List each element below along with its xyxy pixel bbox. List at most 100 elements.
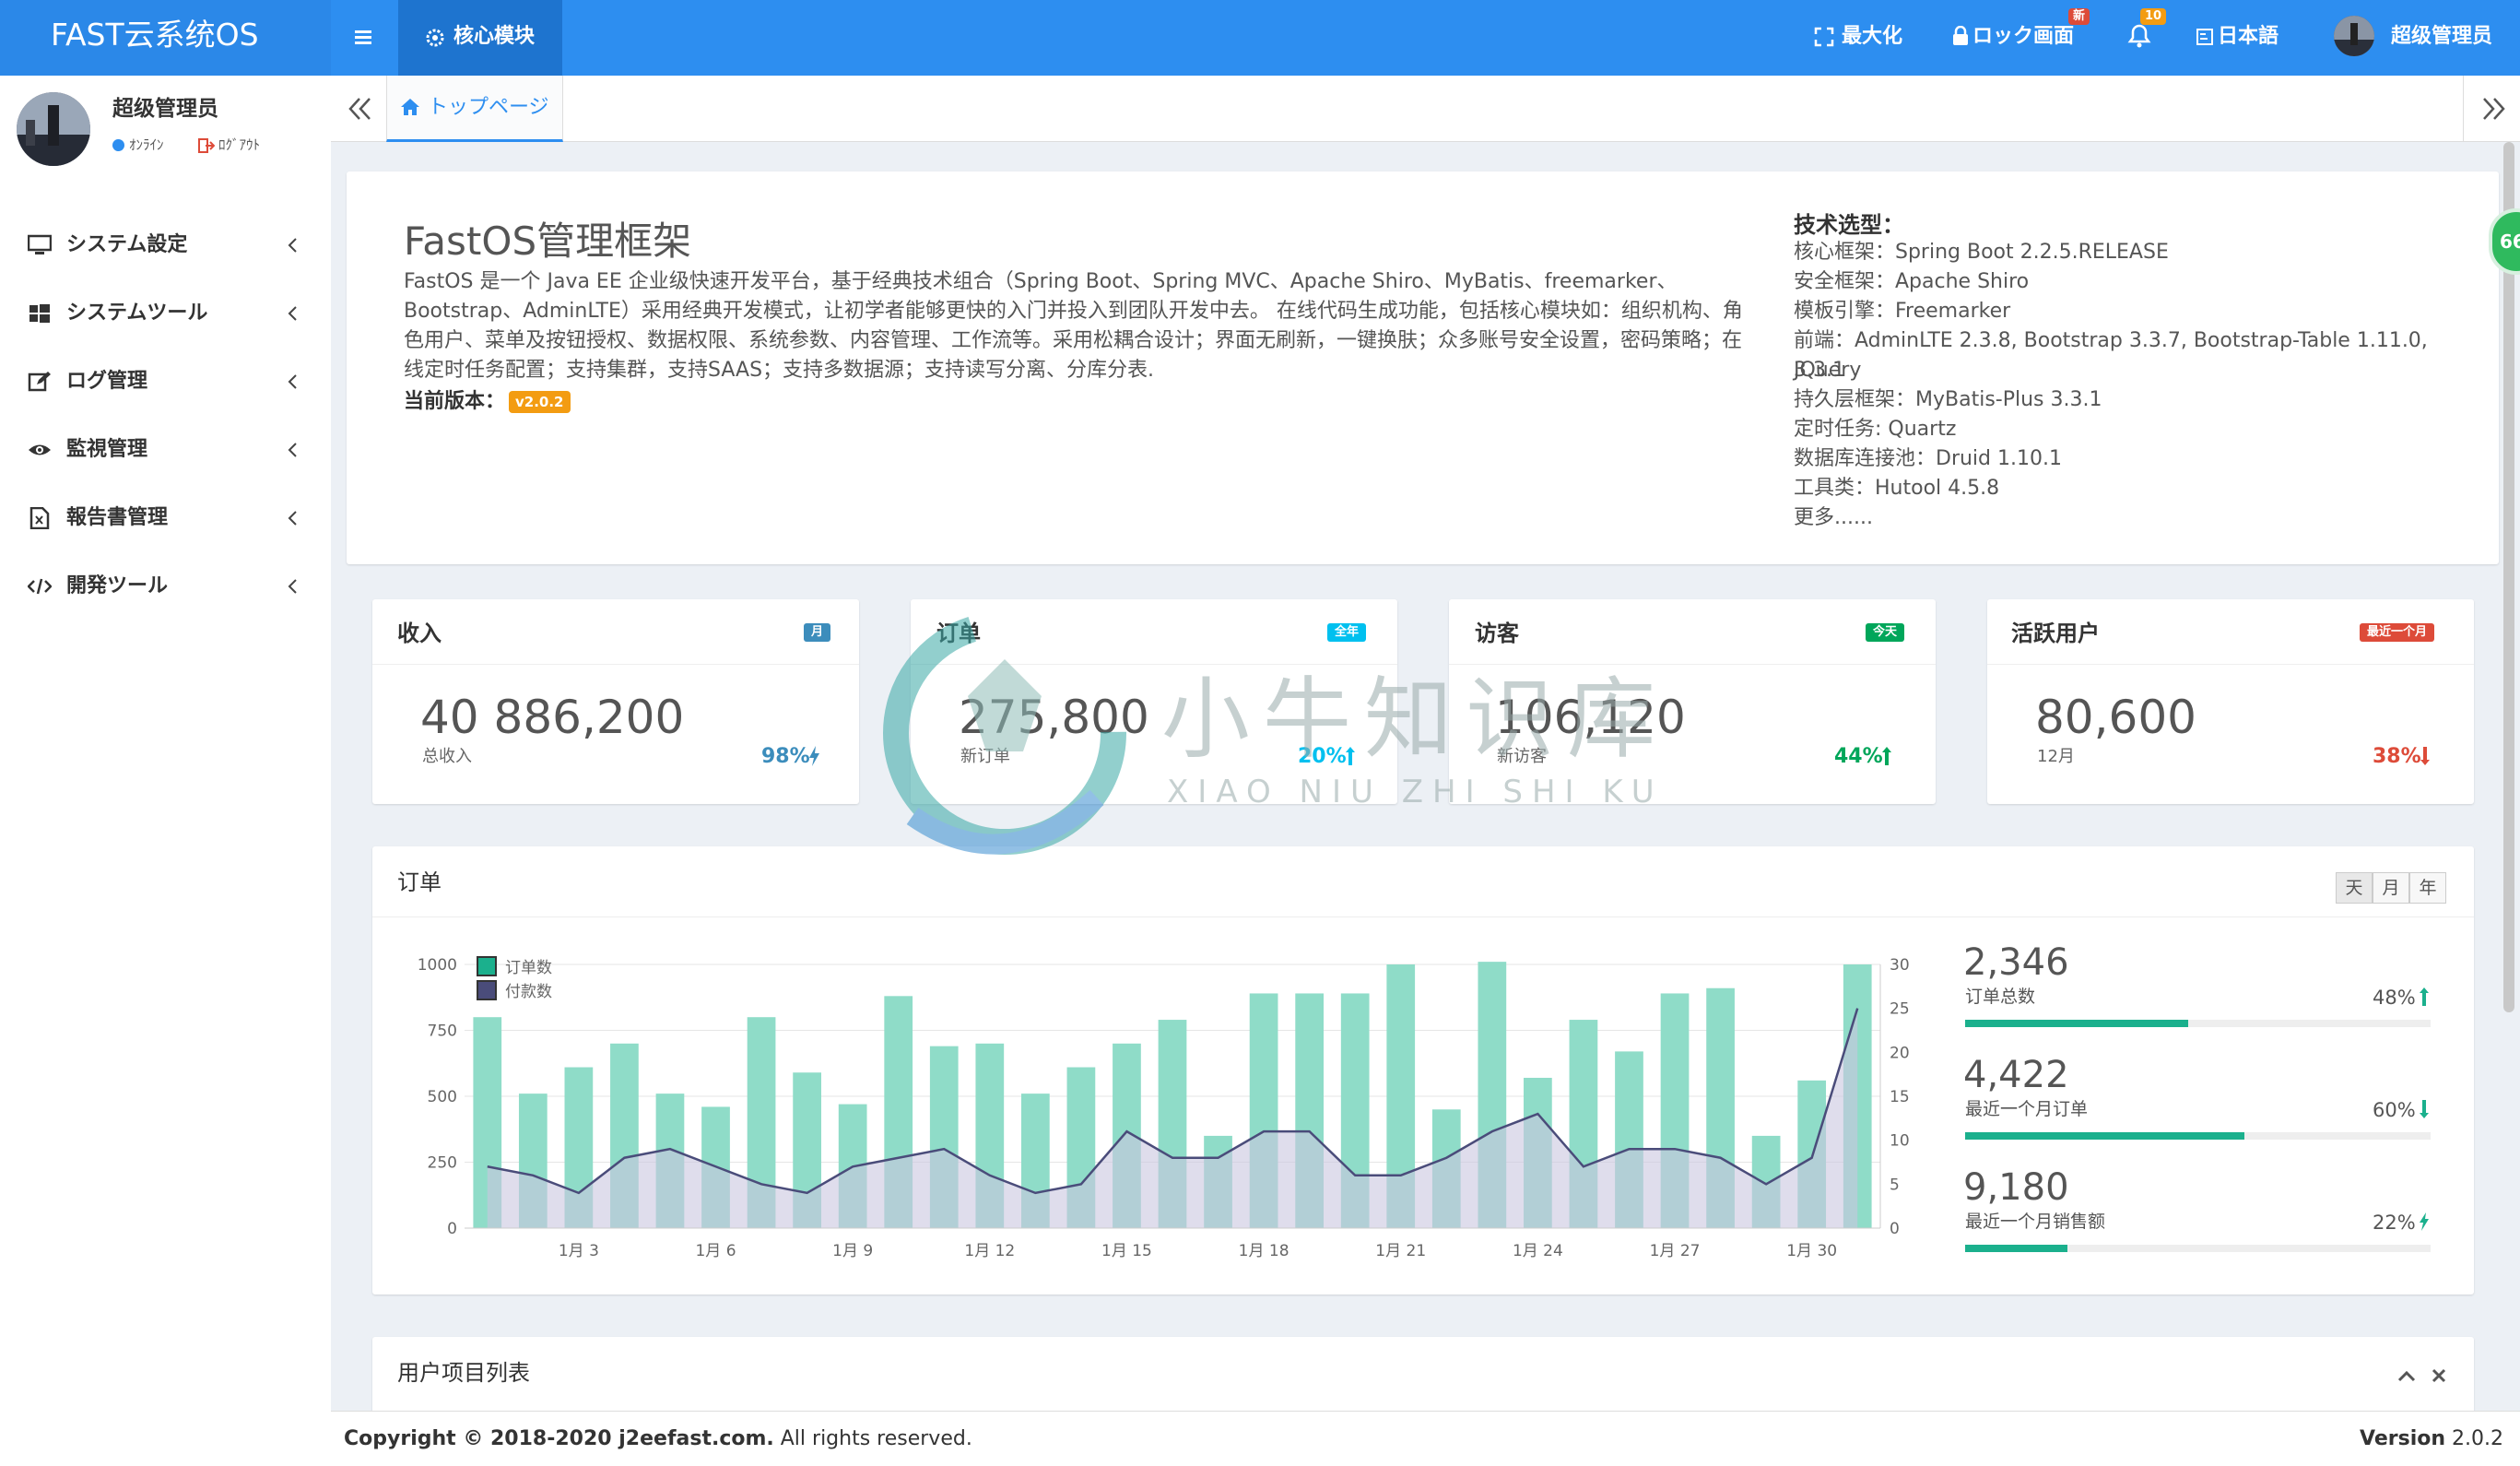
x-tick: 1月 30 [1786,1242,1837,1260]
stat-subtitle: 12月 [2037,747,2075,766]
sidebar-item-dev-tools[interactable]: 開発ツール [0,553,331,620]
tech-stack-title: 技术选型： [1794,212,1904,238]
maximize-label: 最大化 [1842,25,1903,48]
core-module-label: 核心模块 [453,25,536,48]
sidebar-item-report-management[interactable]: 報告書管理 [0,485,331,551]
sign-out-icon [198,138,215,153]
seg-year-button[interactable]: 年 [2409,872,2446,904]
divider [372,916,2474,917]
expand-icon [1814,27,1834,47]
bolt-icon [2420,1212,2429,1231]
bolt-icon [809,746,819,766]
seg-day-button[interactable]: 天 [2336,872,2373,904]
y-tick-left: 500 [428,1088,457,1106]
stat-period-badge: 全年 [1327,623,1367,642]
notifications-button[interactable] [2127,22,2155,53]
sidebar-item-system-tools[interactable]: システムツール [0,280,331,347]
chevron-left-icon [288,238,297,253]
arrow-down-icon [2420,1100,2429,1118]
file-excel-icon [29,507,50,529]
summary-value: 9,180 [1963,1166,2069,1209]
summary-value: 2,346 [1963,941,2069,984]
logout-link[interactable]: ﾛｸﾞｱｳﾄ [198,135,260,155]
tech-line: 更多...... [1794,506,1873,529]
stat-title: 订单 [936,621,981,646]
intro-title: FastOS管理框架 [404,219,692,264]
notification-count-badge: 10 [2140,8,2167,25]
online-dot-icon [112,139,124,151]
sidebar-toggle-button[interactable] [347,20,382,55]
arrow-up-icon [1882,747,1891,765]
summary-progress [1965,1020,2431,1027]
sidebar-item-label: 監視管理 [66,438,148,461]
language-label: 日本語 [2218,25,2279,48]
sidebar-item-system-settings[interactable]: システム設定 [0,212,331,278]
y-tick-right: 30 [1890,956,1910,975]
arrow-up-icon [1346,747,1355,765]
y-tick-left: 1000 [418,956,457,975]
tech-line: 模板引擎：Freemarker [1794,300,2011,323]
intro-description: FastOS 是一个 Java EE 企业级快速开发平台，基于经典技术组合（Sp… [404,270,1743,382]
chevron-left-icon [288,579,297,594]
language-button[interactable]: 日本語 [2196,21,2279,53]
version-badge: v2.0.2 [509,391,571,413]
y-tick-right: 20 [1890,1044,1910,1062]
tab-home[interactable]: トップページ [386,76,563,142]
x-tick: 1月 24 [1513,1242,1563,1260]
side-bubble-count: 66 [2500,231,2520,253]
double-chevron-left-icon [348,98,371,120]
stat-period-badge: 最近一个月 [2360,623,2435,642]
lock-screen-button[interactable]: ロック画面 [1952,21,2074,53]
tech-line: 定时任务: Quartz [1794,418,1957,441]
summary-label: 最近一个月订单 [1965,1099,2089,1119]
stat-value: 275,800 [959,691,1149,744]
x-tick: 1月 12 [964,1242,1015,1260]
online-status: ｵﾝﾗｲﾝ [112,135,164,155]
windows-icon [29,304,50,323]
top-navbar: FAST云系统OS 核心模块 最大化 ロック画面 新 10 日本語 超级管理员 [0,0,2520,76]
summary-progress-fill [1965,1020,2189,1027]
tab-scroll-left-button[interactable] [344,90,377,127]
bell-icon [2127,24,2151,48]
stat-title: 收入 [397,621,442,646]
summary-percent: 48% [2373,987,2416,1009]
x-tick: 1月 9 [832,1242,873,1260]
stat-subtitle: 新订单 [960,747,1010,766]
tech-line: 持久层框架：MyBatis-Plus 3.3.1 [1794,388,2102,411]
stat-subtitle: 总收入 [422,747,472,766]
summary-progress [1965,1245,2431,1252]
stat-title: 访客 [1475,621,1519,646]
legend-swatch [477,956,497,976]
summary-value: 4,422 [1963,1054,2069,1096]
logout-label: ﾛｸﾞｱｳﾄ [218,136,261,153]
x-tick: 1月 27 [1650,1242,1701,1260]
stat-percent: 20% [1298,745,1347,768]
sidebar-item-log-management[interactable]: ログ管理 [0,349,331,415]
tech-line: 安全框架：Apache Shiro [1794,270,2030,293]
seg-month-button[interactable]: 月 [2373,872,2409,904]
summary-progress [1965,1132,2431,1140]
collapse-button[interactable] [2396,1368,2417,1383]
sidebar-user-name: 超级管理员 [112,97,218,121]
copyright-prefix: Copyright © 2018-2020 [344,1427,619,1450]
tab-scroll-right-button[interactable] [2463,76,2520,142]
stat-period-badge: 月 [804,623,831,642]
eye-icon [29,444,51,455]
sidebar-item-monitoring[interactable]: 監視管理 [0,417,331,483]
copyright-site-link[interactable]: j2eefast.com. [618,1427,774,1450]
copyright: Copyright © 2018-2020 j2eefast.com. All … [344,1425,972,1454]
double-chevron-right-icon [2483,98,2505,120]
stat-percent: 98% [761,745,810,768]
sidebar-item-label: ログ管理 [66,370,148,393]
core-module-tab[interactable]: 核心模块 [398,0,562,76]
maximize-button[interactable]: 最大化 [1814,21,1902,53]
app-logo[interactable]: FAST云系统OS [51,17,259,53]
tab-home-label: トップページ [428,96,549,119]
x-tick: 1月 18 [1239,1242,1289,1260]
user-project-list-panel [372,1337,2474,1420]
summary-progress-fill [1965,1245,2068,1252]
user-menu[interactable]: 超级管理员 [2334,16,2492,56]
y-tick-left: 750 [428,1023,457,1041]
close-button[interactable] [2430,1366,2448,1385]
sidebar-avatar [17,92,90,166]
